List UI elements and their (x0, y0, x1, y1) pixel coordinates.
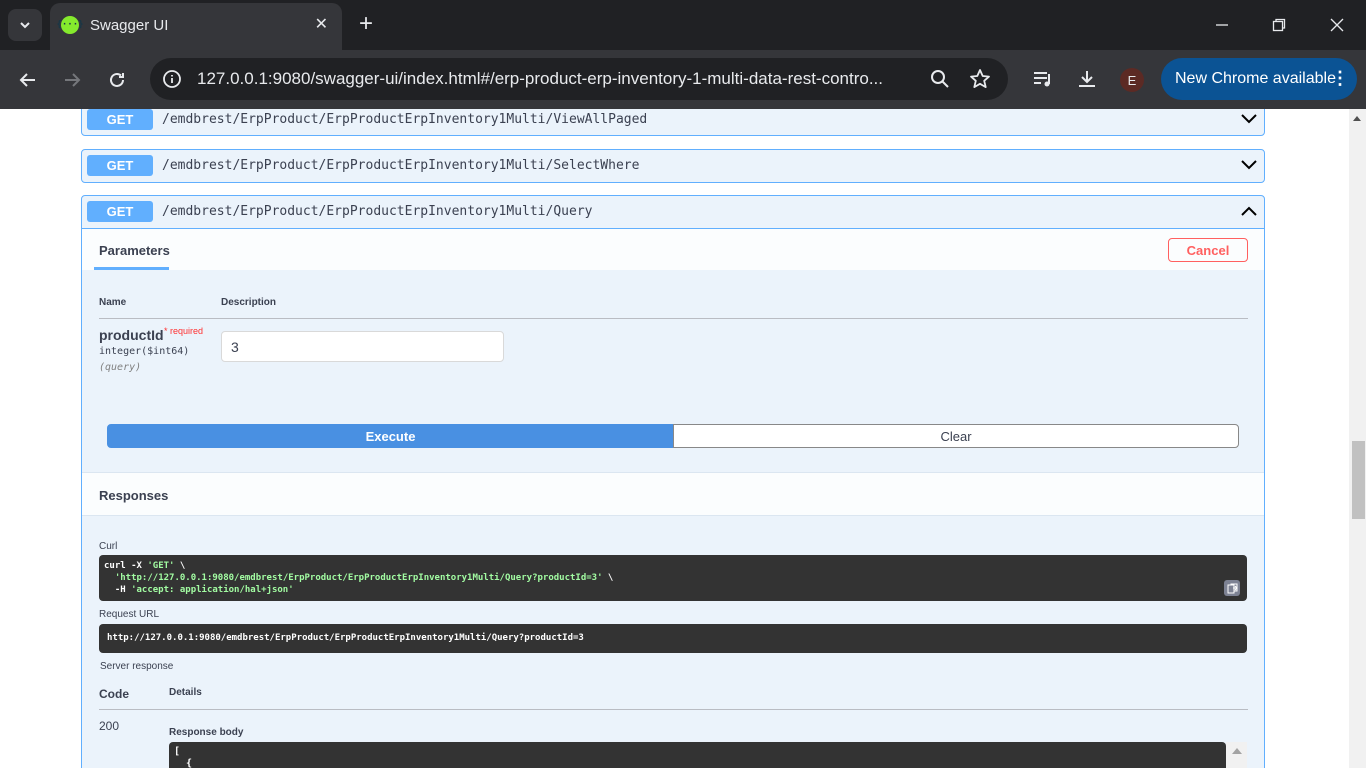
divider (99, 709, 1248, 710)
response-body-scrollbar[interactable] (1226, 742, 1247, 768)
chevron-down-icon[interactable] (1240, 158, 1258, 172)
operation-query: GET /emdbrest/ErpProduct/ErpProductErpIn… (81, 195, 1265, 768)
more-menu-icon[interactable]: ⋮ (1331, 69, 1349, 87)
chevron-up-icon[interactable] (1240, 204, 1258, 218)
clear-button[interactable]: Clear (673, 424, 1239, 448)
column-header-description: Description (221, 297, 277, 308)
status-code: 200 (99, 719, 120, 733)
tab-title: Swagger UI (90, 17, 169, 34)
column-header-name: Name (99, 297, 127, 308)
server-response-label: Server response (100, 661, 174, 672)
responses-header: Responses (82, 472, 1264, 516)
profile-avatar[interactable]: E (1120, 68, 1144, 92)
operation-summary[interactable]: GET /emdbrest/ErpProduct/ErpProductErpIn… (82, 109, 1264, 136)
request-url-value[interactable]: http://127.0.0.1:9080/emdbrest/ErpProduc… (99, 624, 1247, 653)
parameters-header: Parameters Cancel (82, 228, 1264, 270)
operation-summary[interactable]: GET /emdbrest/ErpProduct/ErpProductErpIn… (82, 150, 1264, 182)
browser-toolbar: 127.0.0.1:9080/swagger-ui/index.html#/er… (0, 50, 1366, 109)
method-badge: GET (87, 201, 153, 222)
page-viewport: GET /emdbrest/ErpProduct/ErpProductErpIn… (0, 109, 1349, 768)
new-tab-plus-icon[interactable]: + (352, 10, 380, 38)
operation-path: /emdbrest/ErpProduct/ErpProductErpInvent… (162, 112, 648, 127)
scrollbar-thumb[interactable] (1352, 441, 1365, 519)
response-body-label: Response body (169, 727, 244, 738)
operation-viewallpaged: GET /emdbrest/ErpProduct/ErpProductErpIn… (81, 109, 1265, 136)
browser-tab-strip: {···} Swagger UI ✕ + (0, 0, 1366, 50)
execute-wrapper: Execute Clear (107, 424, 1240, 448)
update-label: New Chrome available (1175, 70, 1336, 87)
tab-underline (94, 267, 169, 270)
close-window-icon[interactable] (1317, 10, 1357, 40)
media-control-icon[interactable] (1031, 67, 1055, 91)
execute-button[interactable]: Execute (107, 424, 674, 448)
code-column-header: Code (99, 687, 129, 701)
chevron-down-icon[interactable] (1240, 112, 1258, 126)
method-badge: GET (87, 109, 153, 130)
site-info-icon[interactable] (162, 69, 182, 89)
back-arrow-icon[interactable] (12, 64, 44, 96)
divider (99, 318, 1248, 319)
required-marker: * required (164, 326, 204, 336)
scroll-up-arrow-icon[interactable] (1353, 116, 1361, 121)
page-scrollbar[interactable] (1349, 109, 1366, 768)
operation-selectwhere: GET /emdbrest/ErpProduct/ErpProductErpIn… (81, 149, 1265, 183)
minimize-window-icon[interactable] (1202, 10, 1242, 40)
swagger-favicon-icon: {···} (56, 16, 84, 34)
operation-summary[interactable]: GET /emdbrest/ErpProduct/ErpProductErpIn… (82, 196, 1264, 228)
scroll-up-arrow-icon[interactable] (1232, 748, 1242, 754)
method-badge: GET (87, 155, 153, 176)
address-bar[interactable]: 127.0.0.1:9080/swagger-ui/index.html#/er… (150, 58, 1008, 100)
request-url-label: Request URL (99, 609, 160, 620)
response-body[interactable]: [ { (169, 742, 1226, 768)
parameter-type: integer($int64) (99, 346, 190, 357)
reload-icon[interactable] (101, 64, 133, 96)
restore-window-icon[interactable] (1259, 10, 1299, 40)
forward-arrow-icon[interactable] (56, 64, 88, 96)
chevron-down-icon (20, 22, 30, 29)
download-icon[interactable] (1075, 67, 1099, 91)
new-chrome-available-button[interactable]: New Chrome available ⋮ (1161, 58, 1357, 100)
curl-label: Curl (99, 541, 118, 552)
responses-title: Responses (99, 488, 169, 503)
operation-path: /emdbrest/ErpProduct/ErpProductErpInvent… (162, 158, 640, 173)
details-column-header: Details (169, 687, 202, 698)
zoom-search-icon[interactable] (929, 68, 951, 90)
cancel-button[interactable]: Cancel (1168, 238, 1248, 262)
parameter-location: (query) (99, 362, 142, 373)
tab-parameters[interactable]: Parameters (99, 243, 170, 258)
operation-path: /emdbrest/ErpProduct/ErpProductErpInvent… (162, 204, 593, 219)
productid-input[interactable] (221, 331, 504, 362)
parameter-name: productId (99, 327, 164, 343)
tab-close-icon[interactable]: ✕ (315, 15, 328, 35)
tab-search-button[interactable] (8, 9, 42, 41)
browser-tab-swagger[interactable]: {···} Swagger UI ✕ (50, 3, 342, 50)
copy-to-clipboard-icon[interactable] (1224, 580, 1240, 596)
bookmark-star-icon[interactable] (969, 68, 991, 90)
curl-code-block[interactable]: curl -X 'GET' \ 'http://127.0.0.1:9080/e… (99, 555, 1247, 601)
url-text[interactable]: 127.0.0.1:9080/swagger-ui/index.html#/er… (197, 69, 922, 89)
